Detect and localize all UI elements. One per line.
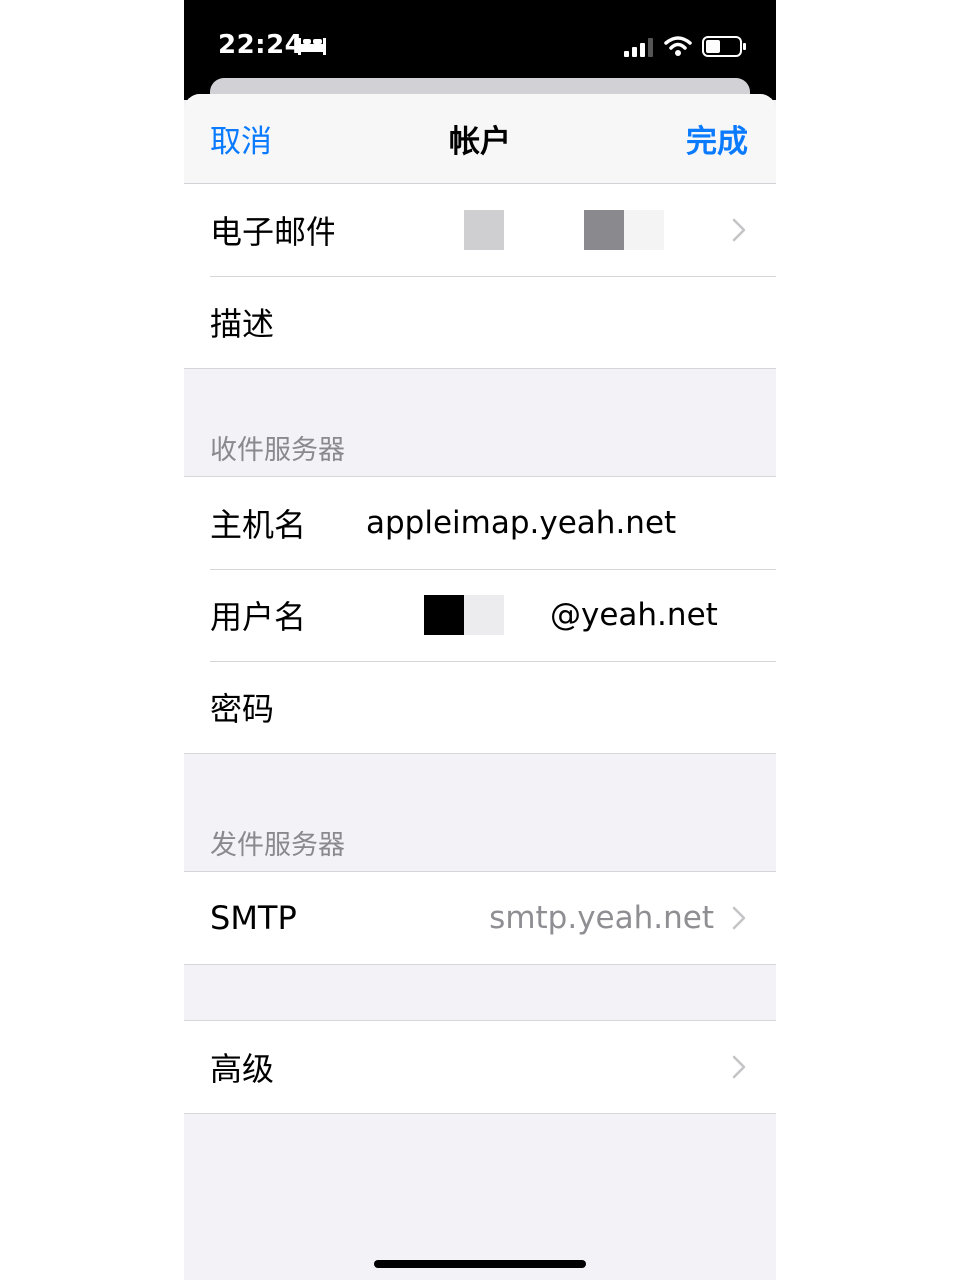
sleep-focus-icon	[298, 38, 326, 55]
battery-icon	[702, 36, 746, 57]
hostname-value[interactable]: appleimap.yeah.net	[366, 505, 676, 541]
cellular-signal-icon	[624, 38, 653, 57]
chevron-right-icon	[732, 1055, 746, 1079]
home-indicator[interactable]	[374, 1260, 586, 1268]
username-row[interactable]: 用户名 @yeah.net	[184, 569, 776, 661]
wifi-icon	[664, 36, 692, 56]
outgoing-server-group: SMTP smtp.yeah.net	[184, 871, 776, 965]
password-row[interactable]: 密码	[184, 661, 776, 753]
phone-screen: 22:24 取消 帐户 完成 电子邮件 描述 收件服务器 主机名 appleim…	[184, 0, 776, 1280]
incoming-server-header: 收件服务器	[210, 435, 345, 466]
email-label: 电子邮件	[210, 213, 339, 251]
redacted-block	[584, 210, 624, 250]
hostname-row[interactable]: 主机名 appleimap.yeah.net	[184, 477, 776, 569]
done-button[interactable]: 完成	[686, 116, 748, 161]
redacted-block	[464, 595, 504, 635]
account-group: 电子邮件 描述	[184, 184, 776, 369]
smtp-label: SMTP	[210, 899, 297, 937]
chevron-right-icon	[732, 218, 746, 242]
advanced-row[interactable]: 高级	[184, 1021, 776, 1113]
smtp-row[interactable]: SMTP smtp.yeah.net	[184, 872, 776, 964]
redacted-block	[464, 210, 504, 250]
username-label: 用户名	[210, 598, 307, 636]
redacted-block	[424, 595, 464, 635]
chevron-right-icon	[732, 906, 746, 930]
navigation-bar: 取消 帐户 完成	[184, 94, 776, 184]
incoming-server-group: 主机名 appleimap.yeah.net 用户名 @yeah.net 密码	[184, 476, 776, 754]
description-label: 描述	[210, 305, 275, 343]
password-label: 密码	[210, 690, 275, 728]
redacted-block	[334, 210, 464, 250]
hostname-label: 主机名	[210, 506, 307, 544]
account-sheet: 取消 帐户 完成 电子邮件 描述 收件服务器 主机名 appleimap.yea…	[184, 94, 776, 1280]
outgoing-server-header: 发件服务器	[210, 830, 345, 861]
description-row[interactable]: 描述	[184, 276, 776, 368]
email-row[interactable]: 电子邮件	[184, 184, 776, 276]
advanced-label: 高级	[210, 1050, 275, 1088]
redacted-block	[624, 210, 664, 250]
username-value[interactable]: @yeah.net	[550, 597, 718, 633]
status-time: 22:24	[218, 30, 304, 60]
advanced-group: 高级	[184, 1020, 776, 1114]
smtp-value: smtp.yeah.net	[489, 900, 714, 936]
